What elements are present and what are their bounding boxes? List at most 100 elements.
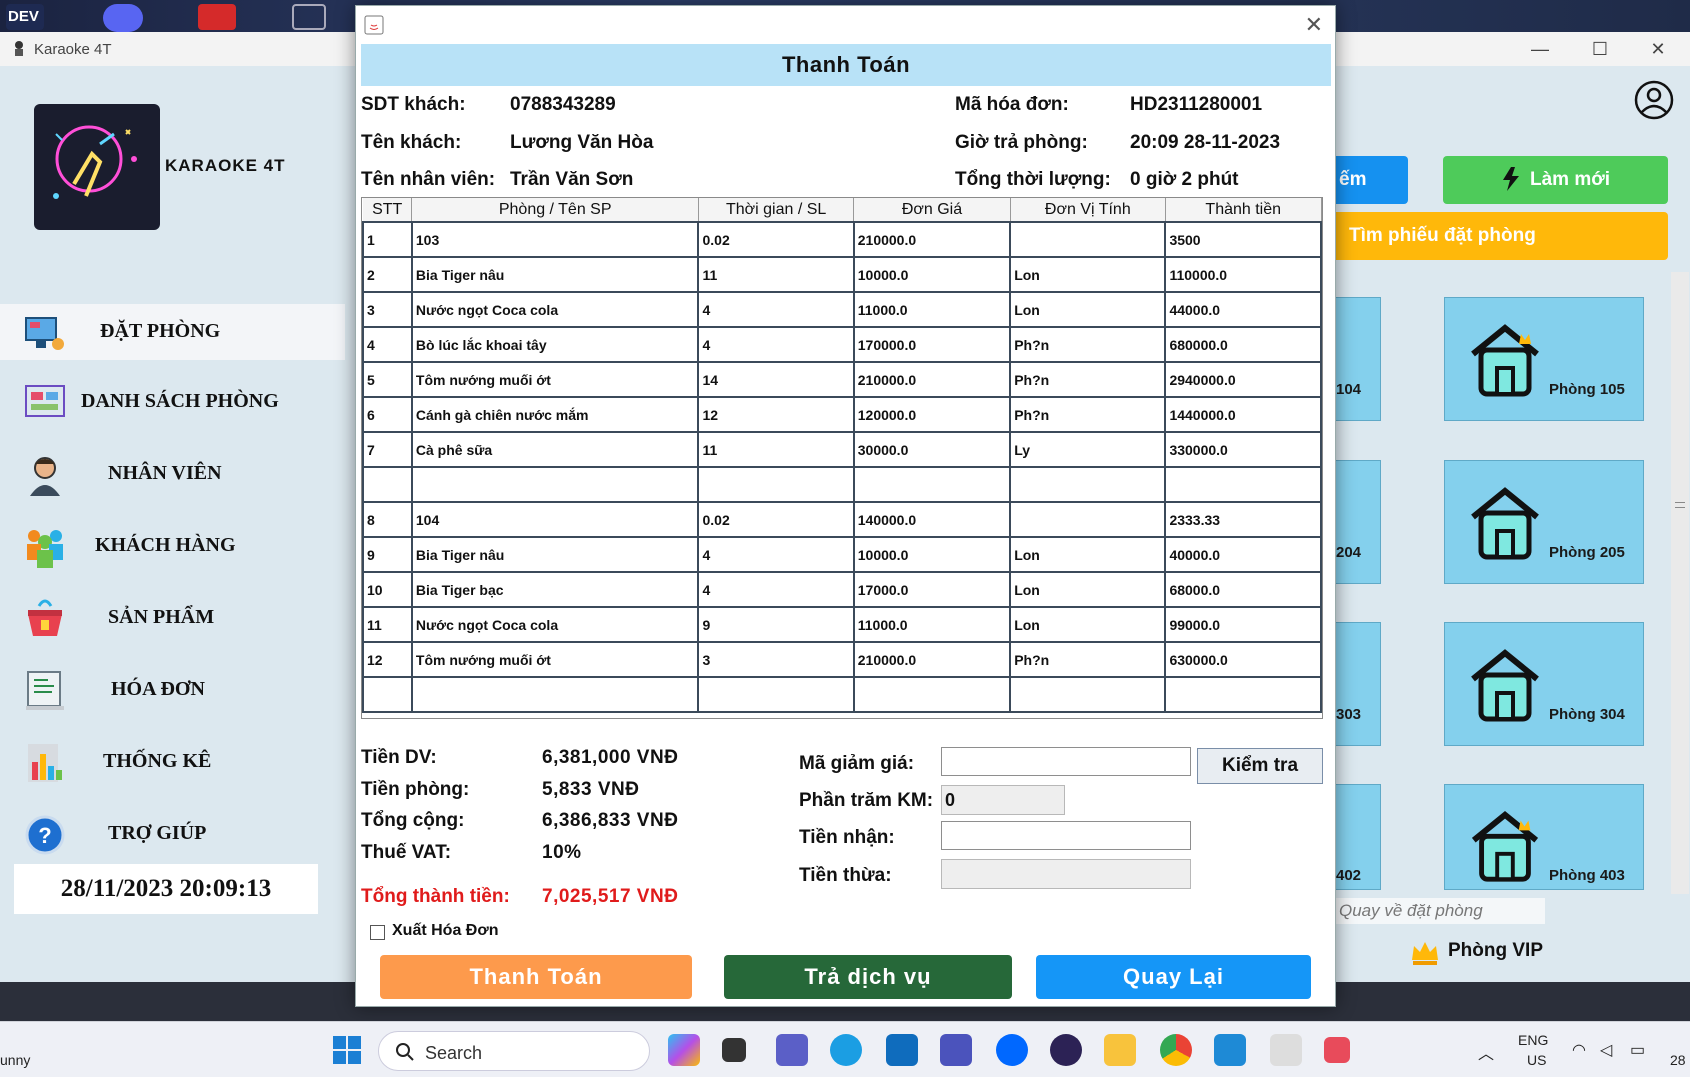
taskbar-search[interactable]: Search	[378, 1031, 650, 1071]
column-header[interactable]: Đơn Vị Tính	[1010, 198, 1166, 223]
room-label: Phòng 205	[1549, 544, 1625, 561]
zalo-icon[interactable]	[996, 1034, 1028, 1066]
nav-tro-giup[interactable]: ? TRỢ GIÚP	[0, 806, 345, 862]
discount-code-input[interactable]	[941, 747, 1191, 776]
box-shortcut-icon[interactable]	[292, 4, 326, 30]
dev-shortcut-icon[interactable]: DEV	[6, 4, 44, 30]
mail-icon[interactable]	[886, 1034, 918, 1066]
volume-icon[interactable]: ◁	[1600, 1040, 1612, 1060]
copilot-icon[interactable]	[668, 1034, 700, 1066]
column-header[interactable]: Đơn Giá	[853, 198, 1011, 223]
vscode-icon[interactable]	[1214, 1034, 1246, 1066]
column-header[interactable]: STT	[363, 198, 413, 223]
table-row[interactable]: 8 104 0.02 140000.0 2333.33	[362, 501, 1322, 538]
column-header[interactable]: Thời gian / SL	[698, 198, 855, 223]
minimize-icon[interactable]: —	[1520, 36, 1560, 62]
nav-dat-phong[interactable]: ĐẶT PHÒNG	[0, 304, 345, 360]
room-label: Phòng 304	[1549, 706, 1625, 723]
table-cell: 4	[362, 326, 413, 363]
taskbar-clock[interactable]: 28	[1670, 1052, 1686, 1068]
nav-danh-sach-phong[interactable]: DANH SÁCH PHÒNG	[0, 374, 345, 430]
table-cell: 2333.33	[1164, 501, 1322, 538]
table-row[interactable]: 7 Cà phê sữa 11 30000.0 Ly 330000.0	[362, 431, 1322, 468]
table-cell	[410, 676, 700, 713]
search-button[interactable]: ếm	[1335, 156, 1408, 204]
room-card[interactable]: Phòng 205	[1444, 460, 1644, 584]
language-indicator[interactable]: ENG	[1518, 1032, 1548, 1048]
table-row[interactable]: 12 Tôm nướng muối ớt 3 210000.0 Ph?n 630000.0	[362, 641, 1322, 678]
table-row[interactable]: 2 Bia Tiger nâu 11 10000.0 Lon 110000.0	[362, 256, 1322, 293]
room-card[interactable]: Phòng 105	[1444, 297, 1644, 421]
nav-hoa-don[interactable]: HÓA ĐƠN	[0, 662, 345, 718]
table-cell: Cà phê sữa	[410, 431, 700, 468]
find-booking-button[interactable]: Tìm phiếu đặt phòng	[1335, 212, 1668, 260]
teams-chat-icon[interactable]	[776, 1034, 808, 1066]
column-header[interactable]: Phòng / Tên SP	[411, 198, 699, 223]
table-cell: 44000.0	[1164, 291, 1322, 328]
table-header-row: STT Phòng / Tên SP Thời gian / SL Đơn Gi…	[363, 198, 1322, 223]
table-cell: 4	[697, 291, 855, 328]
edge-icon[interactable]	[830, 1034, 862, 1066]
rooms-scrollbar[interactable]	[1671, 272, 1689, 894]
app-shortcut-icon[interactable]	[198, 4, 236, 30]
table-row[interactable]	[362, 676, 1322, 713]
room-card-partial[interactable]: 303	[1335, 622, 1381, 746]
windows-start-icon[interactable]	[332, 1035, 362, 1065]
check-discount-button[interactable]: Kiểm tra	[1197, 748, 1323, 784]
user-account-icon[interactable]	[1634, 80, 1674, 120]
battery-icon[interactable]: ▭	[1630, 1040, 1645, 1060]
nav-nhan-vien[interactable]: NHÂN VIÊN	[0, 446, 345, 502]
file-explorer-icon[interactable]	[1104, 1034, 1136, 1066]
table-row[interactable]: 11 Nước ngọt Coca cola 9 11000.0 Lon 99000.0	[362, 606, 1322, 643]
close-icon[interactable]: ✕	[1638, 36, 1678, 62]
table-row[interactable]: 9 Bia Tiger nâu 4 10000.0 Lon 40000.0	[362, 536, 1322, 573]
nav-khach-hang[interactable]: KHÁCH HÀNG	[0, 518, 345, 574]
tray-chevron-icon[interactable]: ︿	[1478, 1040, 1494, 1064]
phone-label: SDT khách:	[361, 94, 466, 115]
table-cell	[362, 466, 413, 503]
room-card-partial[interactable]: 204	[1335, 460, 1381, 584]
chrome-icon[interactable]	[1160, 1034, 1192, 1066]
export-invoice-label[interactable]: Xuất Hóa Đơn	[392, 922, 499, 940]
maximize-icon[interactable]: ☐	[1580, 36, 1620, 62]
table-row[interactable]	[362, 466, 1322, 503]
karaoke-app-icon[interactable]	[1270, 1034, 1302, 1066]
table-row[interactable]: 5 Tôm nướng muối ớt 14 210000.0 Ph?n 2940000.…	[362, 361, 1322, 398]
table-row[interactable]: 10 Bia Tiger bạc 4 17000.0 Lon 68000.0	[362, 571, 1322, 608]
table-cell: 0.02	[697, 221, 855, 258]
snipping-tool-icon[interactable]	[1324, 1037, 1350, 1063]
eclipse-icon[interactable]	[1050, 1034, 1082, 1066]
return-service-button[interactable]: Trả dịch vụ	[724, 955, 1012, 999]
table-row[interactable]: 1 103 0.02 210000.0 3500	[362, 221, 1322, 258]
nav-thong-ke[interactable]: THỐNG KÊ	[0, 734, 345, 790]
column-header[interactable]: Thành tiền	[1165, 198, 1322, 223]
back-to-booking-field[interactable]: Quay về đặt phòng	[1335, 898, 1545, 924]
task-view-icon[interactable]	[722, 1038, 746, 1062]
room-card[interactable]: Phòng 403	[1444, 784, 1644, 890]
table-cell	[1164, 676, 1322, 713]
pay-button[interactable]: Thanh Toán	[380, 955, 692, 999]
region-indicator[interactable]: US	[1527, 1052, 1546, 1068]
dialog-close-icon[interactable]: ✕	[1305, 12, 1323, 38]
nav-san-pham[interactable]: SẢN PHẨM	[0, 590, 345, 646]
table-cell: 3	[697, 641, 855, 678]
table-row[interactable]: 4 Bò lúc lắc khoai tây 4 170000.0 Ph?n 680000…	[362, 326, 1322, 363]
refresh-button[interactable]: Làm mới	[1443, 156, 1668, 204]
discord-shortcut-icon[interactable]	[103, 4, 143, 32]
back-button[interactable]: Quay Lại	[1036, 955, 1311, 999]
room-card-partial[interactable]: 104	[1335, 297, 1381, 421]
table-cell: 4	[697, 571, 855, 608]
employee-icon	[30, 457, 60, 496]
wifi-icon[interactable]: ◠	[1572, 1040, 1586, 1060]
invoice-table[interactable]: STT Phòng / Tên SP Thời gian / SL Đơn Gi…	[361, 197, 1323, 719]
amount-received-input[interactable]	[941, 821, 1191, 850]
table-row[interactable]: 6 Cánh gà chiên nước mắm 12 120000.0 Ph?n 144…	[362, 396, 1322, 433]
table-cell: Bia Tiger bạc	[410, 571, 700, 608]
table-cell: 10000.0	[852, 256, 1012, 293]
room-card[interactable]: Phòng 304	[1444, 622, 1644, 746]
table-cell: 10	[362, 571, 413, 608]
teams-icon[interactable]	[940, 1034, 972, 1066]
table-row[interactable]: 3 Nước ngọt Coca cola 4 11000.0 Lon 44000.0	[362, 291, 1322, 328]
export-invoice-checkbox[interactable]	[370, 925, 385, 940]
room-card-partial[interactable]: 402	[1335, 784, 1381, 890]
